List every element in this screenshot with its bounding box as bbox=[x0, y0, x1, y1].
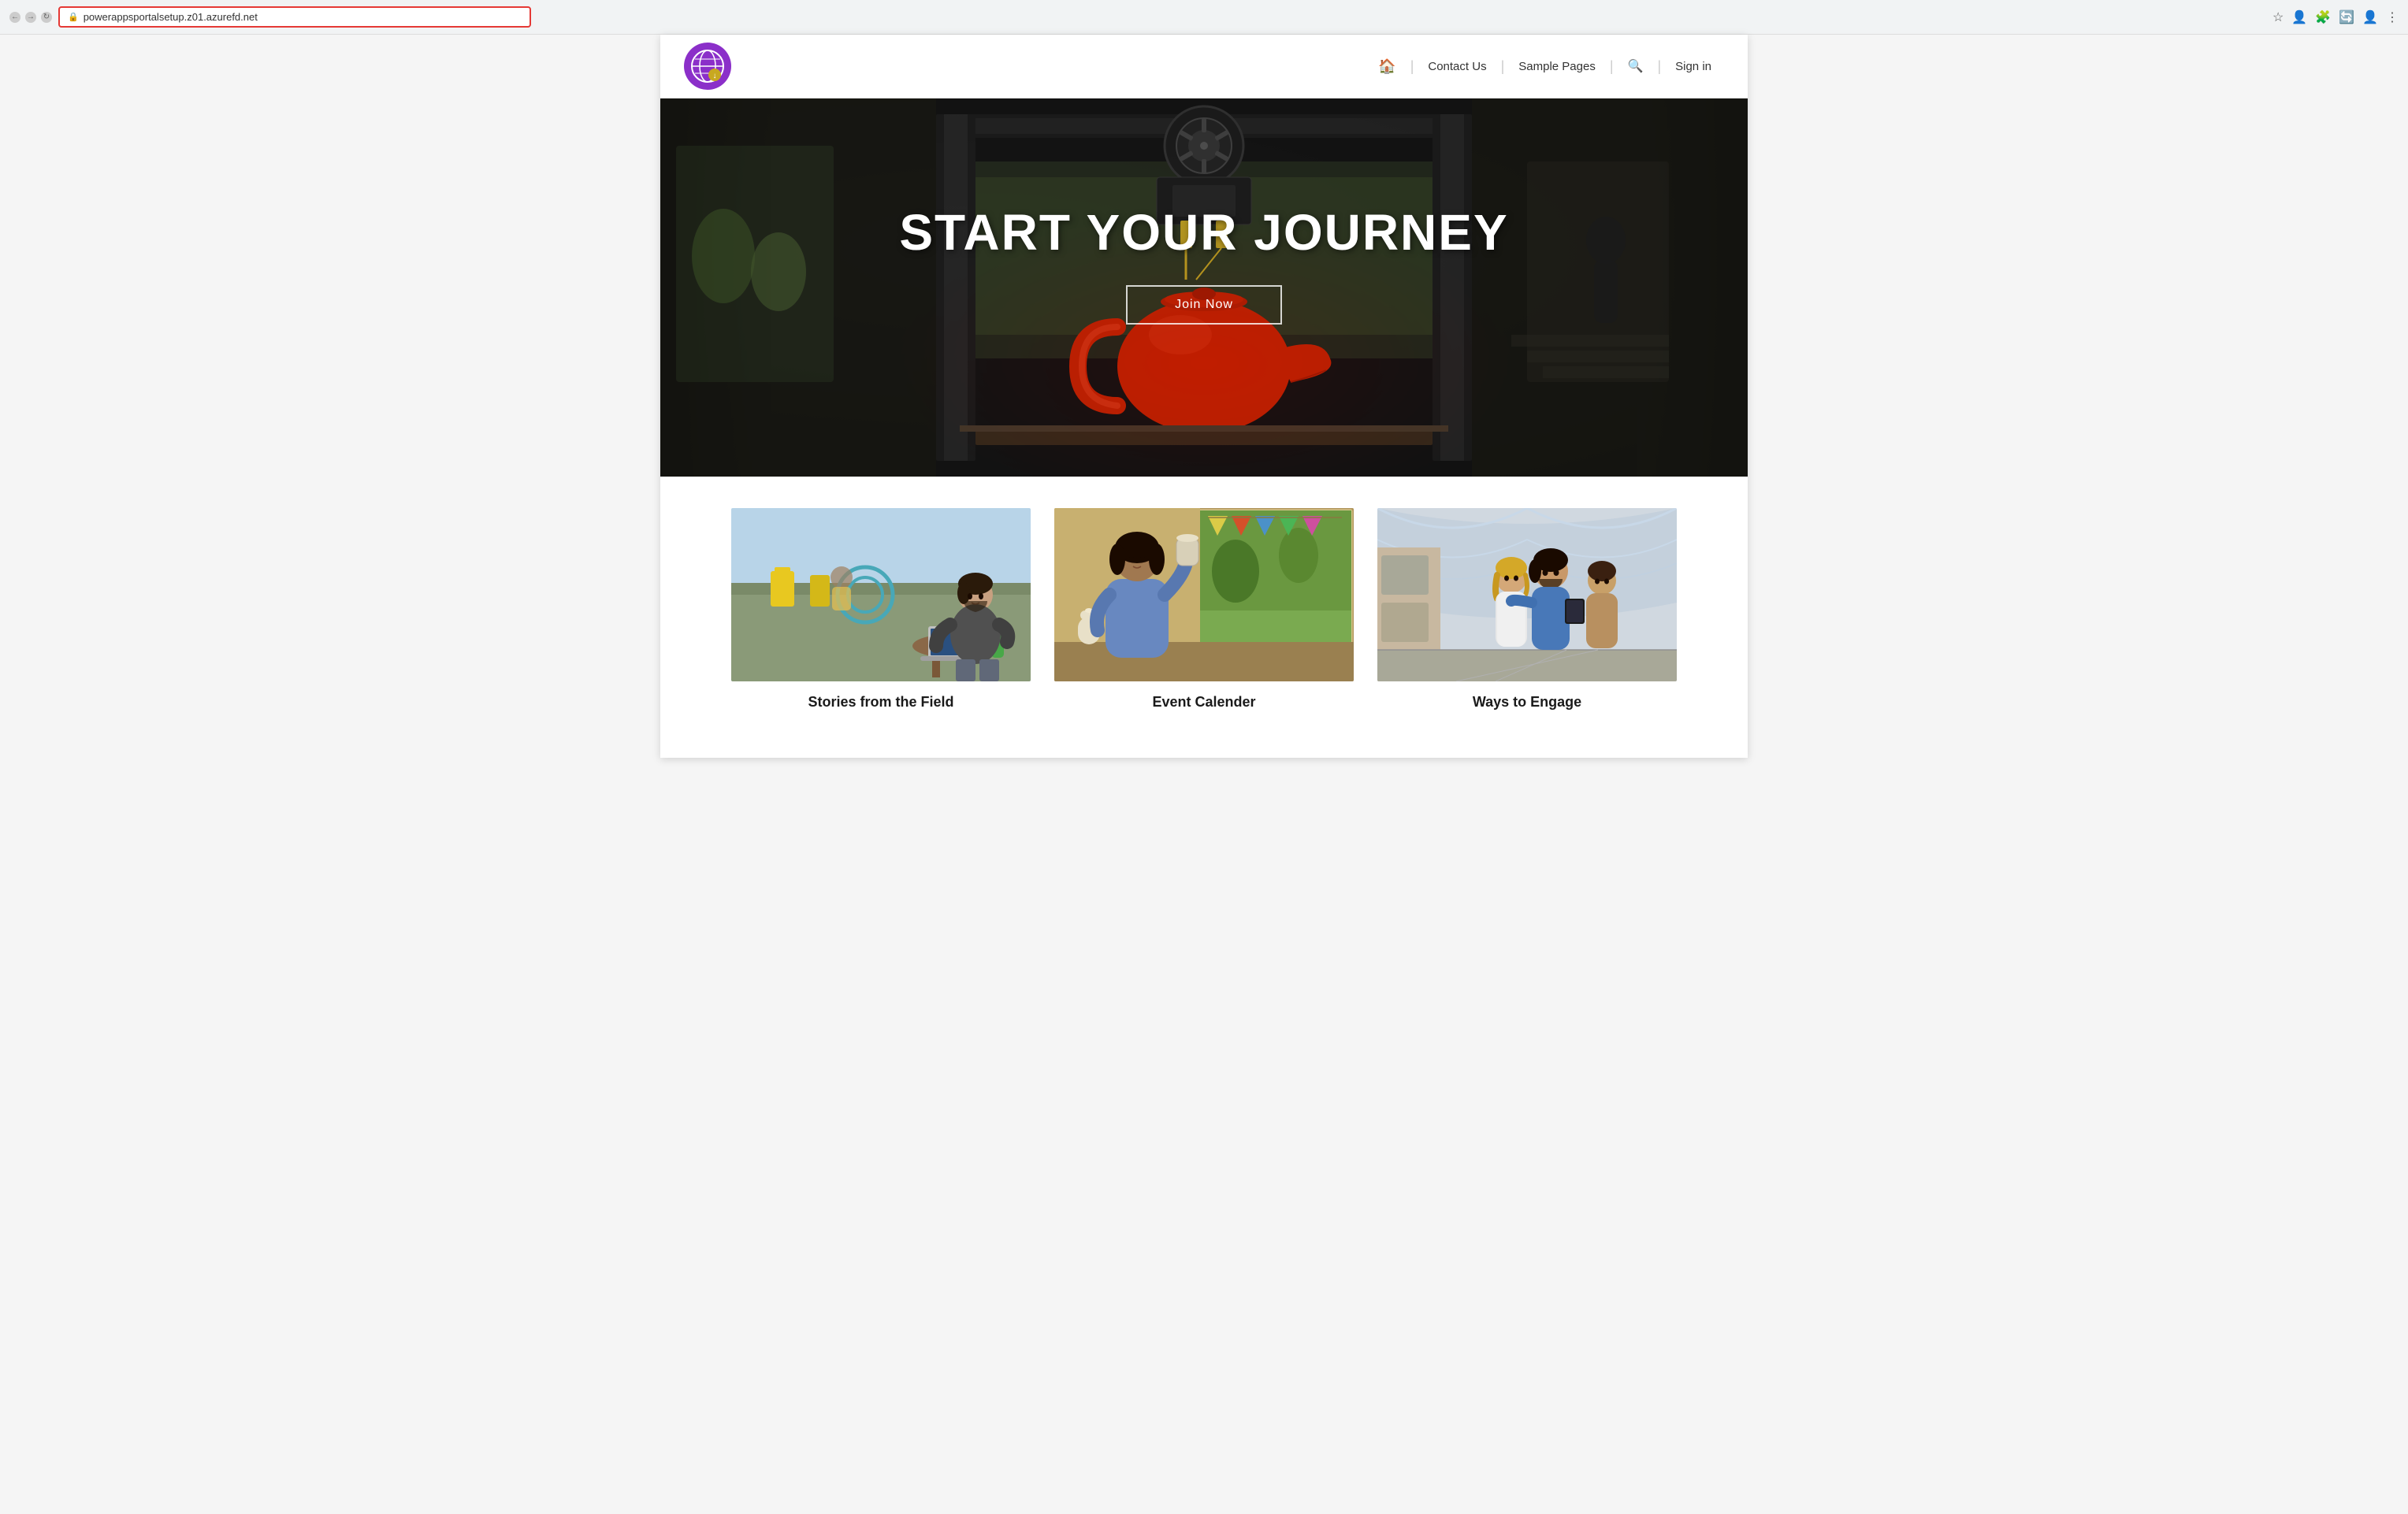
card-ways: Ways to Engage bbox=[1377, 508, 1677, 711]
site-header: ↓ 🏠 | Contact Us | Sample Pages | 🔍 | Si… bbox=[660, 35, 1748, 98]
site-wrapper: ↓ 🏠 | Contact Us | Sample Pages | 🔍 | Si… bbox=[660, 35, 1748, 758]
cards-section: Stories from the Field bbox=[660, 477, 1748, 758]
card-events-title: Event Calender bbox=[1152, 694, 1255, 711]
menu-icon[interactable]: ⋮ bbox=[2386, 9, 2399, 25]
nav-divider-3: | bbox=[1610, 58, 1614, 75]
nav-divider-4: | bbox=[1657, 58, 1661, 75]
browser-chrome: ← → ↻ 🔒 powerappsportalsetup.z01.azurefd… bbox=[0, 0, 2408, 35]
lock-icon: 🔒 bbox=[68, 12, 79, 22]
nav-sample[interactable]: Sample Pages bbox=[1506, 60, 1608, 73]
browser-tools: ☆ 👤 🧩 🔄 👤 ⋮ bbox=[2272, 9, 2399, 25]
bookmark-icon[interactable]: ☆ bbox=[2272, 9, 2284, 25]
search-icon[interactable]: 🔍 bbox=[1615, 58, 1656, 74]
card-events-image bbox=[1054, 508, 1354, 681]
nav-divider-2: | bbox=[1501, 58, 1505, 75]
nav-divider-1: | bbox=[1410, 58, 1414, 75]
url-text: powerappsportalsetup.z01.azurefd.net bbox=[84, 11, 258, 23]
ways-image-svg bbox=[1377, 508, 1677, 681]
hero-title: START YOUR JOURNEY bbox=[899, 203, 1508, 262]
site-nav: 🏠 | Contact Us | Sample Pages | 🔍 | Sign… bbox=[1366, 58, 1724, 75]
hero-section: START YOUR JOURNEY Join Now bbox=[660, 98, 1748, 477]
card-ways-image bbox=[1377, 508, 1677, 681]
extensions-icon[interactable]: 🧩 bbox=[2315, 9, 2331, 25]
card-stories-title: Stories from the Field bbox=[808, 694, 953, 711]
back-button[interactable]: ← bbox=[9, 12, 20, 23]
card-stories-image bbox=[731, 508, 1031, 681]
account-icon[interactable]: 👤 bbox=[2362, 9, 2378, 25]
stories-image-svg bbox=[731, 508, 1031, 681]
site-logo[interactable]: ↓ bbox=[684, 43, 731, 90]
hero-content: START YOUR JOURNEY Join Now bbox=[899, 203, 1508, 325]
card-ways-title: Ways to Engage bbox=[1473, 694, 1581, 711]
join-now-button[interactable]: Join Now bbox=[1126, 285, 1282, 325]
nav-contact[interactable]: Contact Us bbox=[1415, 60, 1499, 73]
home-icon[interactable]: 🏠 bbox=[1366, 58, 1408, 75]
card-stories: Stories from the Field bbox=[731, 508, 1031, 711]
events-image-svg bbox=[1054, 508, 1354, 681]
browser-nav-buttons: ← → ↻ bbox=[9, 12, 52, 23]
forward-button[interactable]: → bbox=[25, 12, 36, 23]
card-events: Event Calender bbox=[1054, 508, 1354, 711]
refresh-button[interactable]: ↻ bbox=[41, 12, 52, 23]
svg-text:↓: ↓ bbox=[713, 72, 717, 80]
address-bar[interactable]: 🔒 powerappsportalsetup.z01.azurefd.net bbox=[58, 6, 531, 28]
sync-icon[interactable]: 🔄 bbox=[2339, 9, 2354, 25]
logo-svg: ↓ bbox=[691, 50, 724, 83]
profile-icon[interactable]: 👤 bbox=[2291, 9, 2307, 25]
nav-signin[interactable]: Sign in bbox=[1663, 60, 1724, 73]
